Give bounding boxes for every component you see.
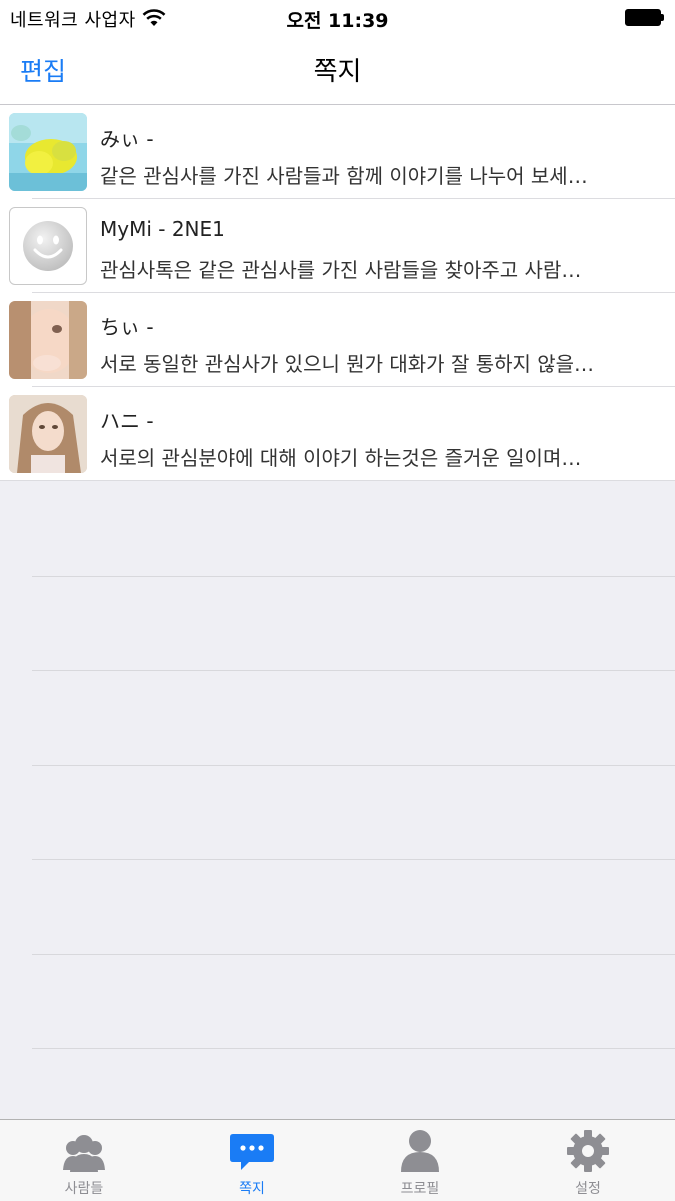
page-title: 쪽지 xyxy=(313,57,362,87)
sender-name: みぃ - xyxy=(100,127,154,151)
row-divider xyxy=(32,859,675,860)
row-divider xyxy=(32,765,675,766)
tab-profile[interactable]: 프로필 xyxy=(336,1120,504,1201)
profile-icon xyxy=(401,1130,439,1172)
message-list: みぃ - 같은 관심사를 가진 사람들과 함께 이야기를 나누어 보세… MyM… xyxy=(0,105,675,481)
battery-icon xyxy=(625,9,665,26)
avatar xyxy=(9,207,87,285)
row-divider xyxy=(32,954,675,955)
message-preview: 서로의 관심분야에 대해 이야기 하는것은 즐거운 일이며… xyxy=(100,446,582,470)
row-divider xyxy=(32,576,675,577)
avatar xyxy=(9,395,87,473)
tab-people[interactable]: 사람들 xyxy=(0,1120,168,1201)
message-row[interactable]: ちぃ - 서로 동일한 관심사가 있으니 뭔가 대화가 잘 통하지 않을… xyxy=(0,293,675,387)
row-divider xyxy=(0,480,675,481)
tab-messages[interactable]: 쪽지 xyxy=(168,1120,336,1201)
message-bubble-icon xyxy=(230,1134,274,1170)
tab-label: 프로필 xyxy=(400,1181,440,1197)
row-divider xyxy=(32,1048,675,1049)
sender-name: ハニ - xyxy=(100,409,154,433)
tab-label: 사람들 xyxy=(64,1181,104,1197)
people-icon xyxy=(63,1135,105,1172)
message-row[interactable]: みぃ - 같은 관심사를 가진 사람들과 함께 이야기를 나누어 보세… xyxy=(0,105,675,199)
tab-label: 설정 xyxy=(575,1181,601,1197)
row-divider xyxy=(32,670,675,671)
status-bar: 네트워크 사업자 오전 11:39 xyxy=(0,0,675,36)
sender-name: ちぃ - xyxy=(100,315,154,339)
message-preview: 관심사톡은 같은 관심사를 가진 사람들을 찾아주고 사람… xyxy=(100,258,582,282)
avatar xyxy=(9,301,87,379)
avatar xyxy=(9,113,87,191)
navigation-bar: 편집 쪽지 xyxy=(0,36,675,105)
photo-thumbnail xyxy=(9,301,87,379)
sender-name: MyMi - 2NE1 xyxy=(100,217,225,241)
photo-thumbnail xyxy=(9,113,87,191)
smiley-icon xyxy=(23,221,73,271)
photo-thumbnail xyxy=(9,395,87,473)
status-time: 오전 11:39 xyxy=(286,10,389,32)
message-preview: 같은 관심사를 가진 사람들과 함께 이야기를 나누어 보세… xyxy=(100,164,588,188)
tab-settings[interactable]: 설정 xyxy=(504,1120,672,1201)
message-row[interactable]: ハニ - 서로의 관심분야에 대해 이야기 하는것은 즐거운 일이며… xyxy=(0,387,675,481)
gear-icon xyxy=(567,1130,609,1172)
tab-label: 쪽지 xyxy=(239,1181,265,1197)
message-preview: 서로 동일한 관심사가 있으니 뭔가 대화가 잘 통하지 않을… xyxy=(100,352,595,376)
message-row[interactable]: MyMi - 2NE1 관심사톡은 같은 관심사를 가진 사람들을 찾아주고 사… xyxy=(0,199,675,293)
tab-bar: 사람들 쪽지 프로필 설정 xyxy=(0,1119,675,1201)
